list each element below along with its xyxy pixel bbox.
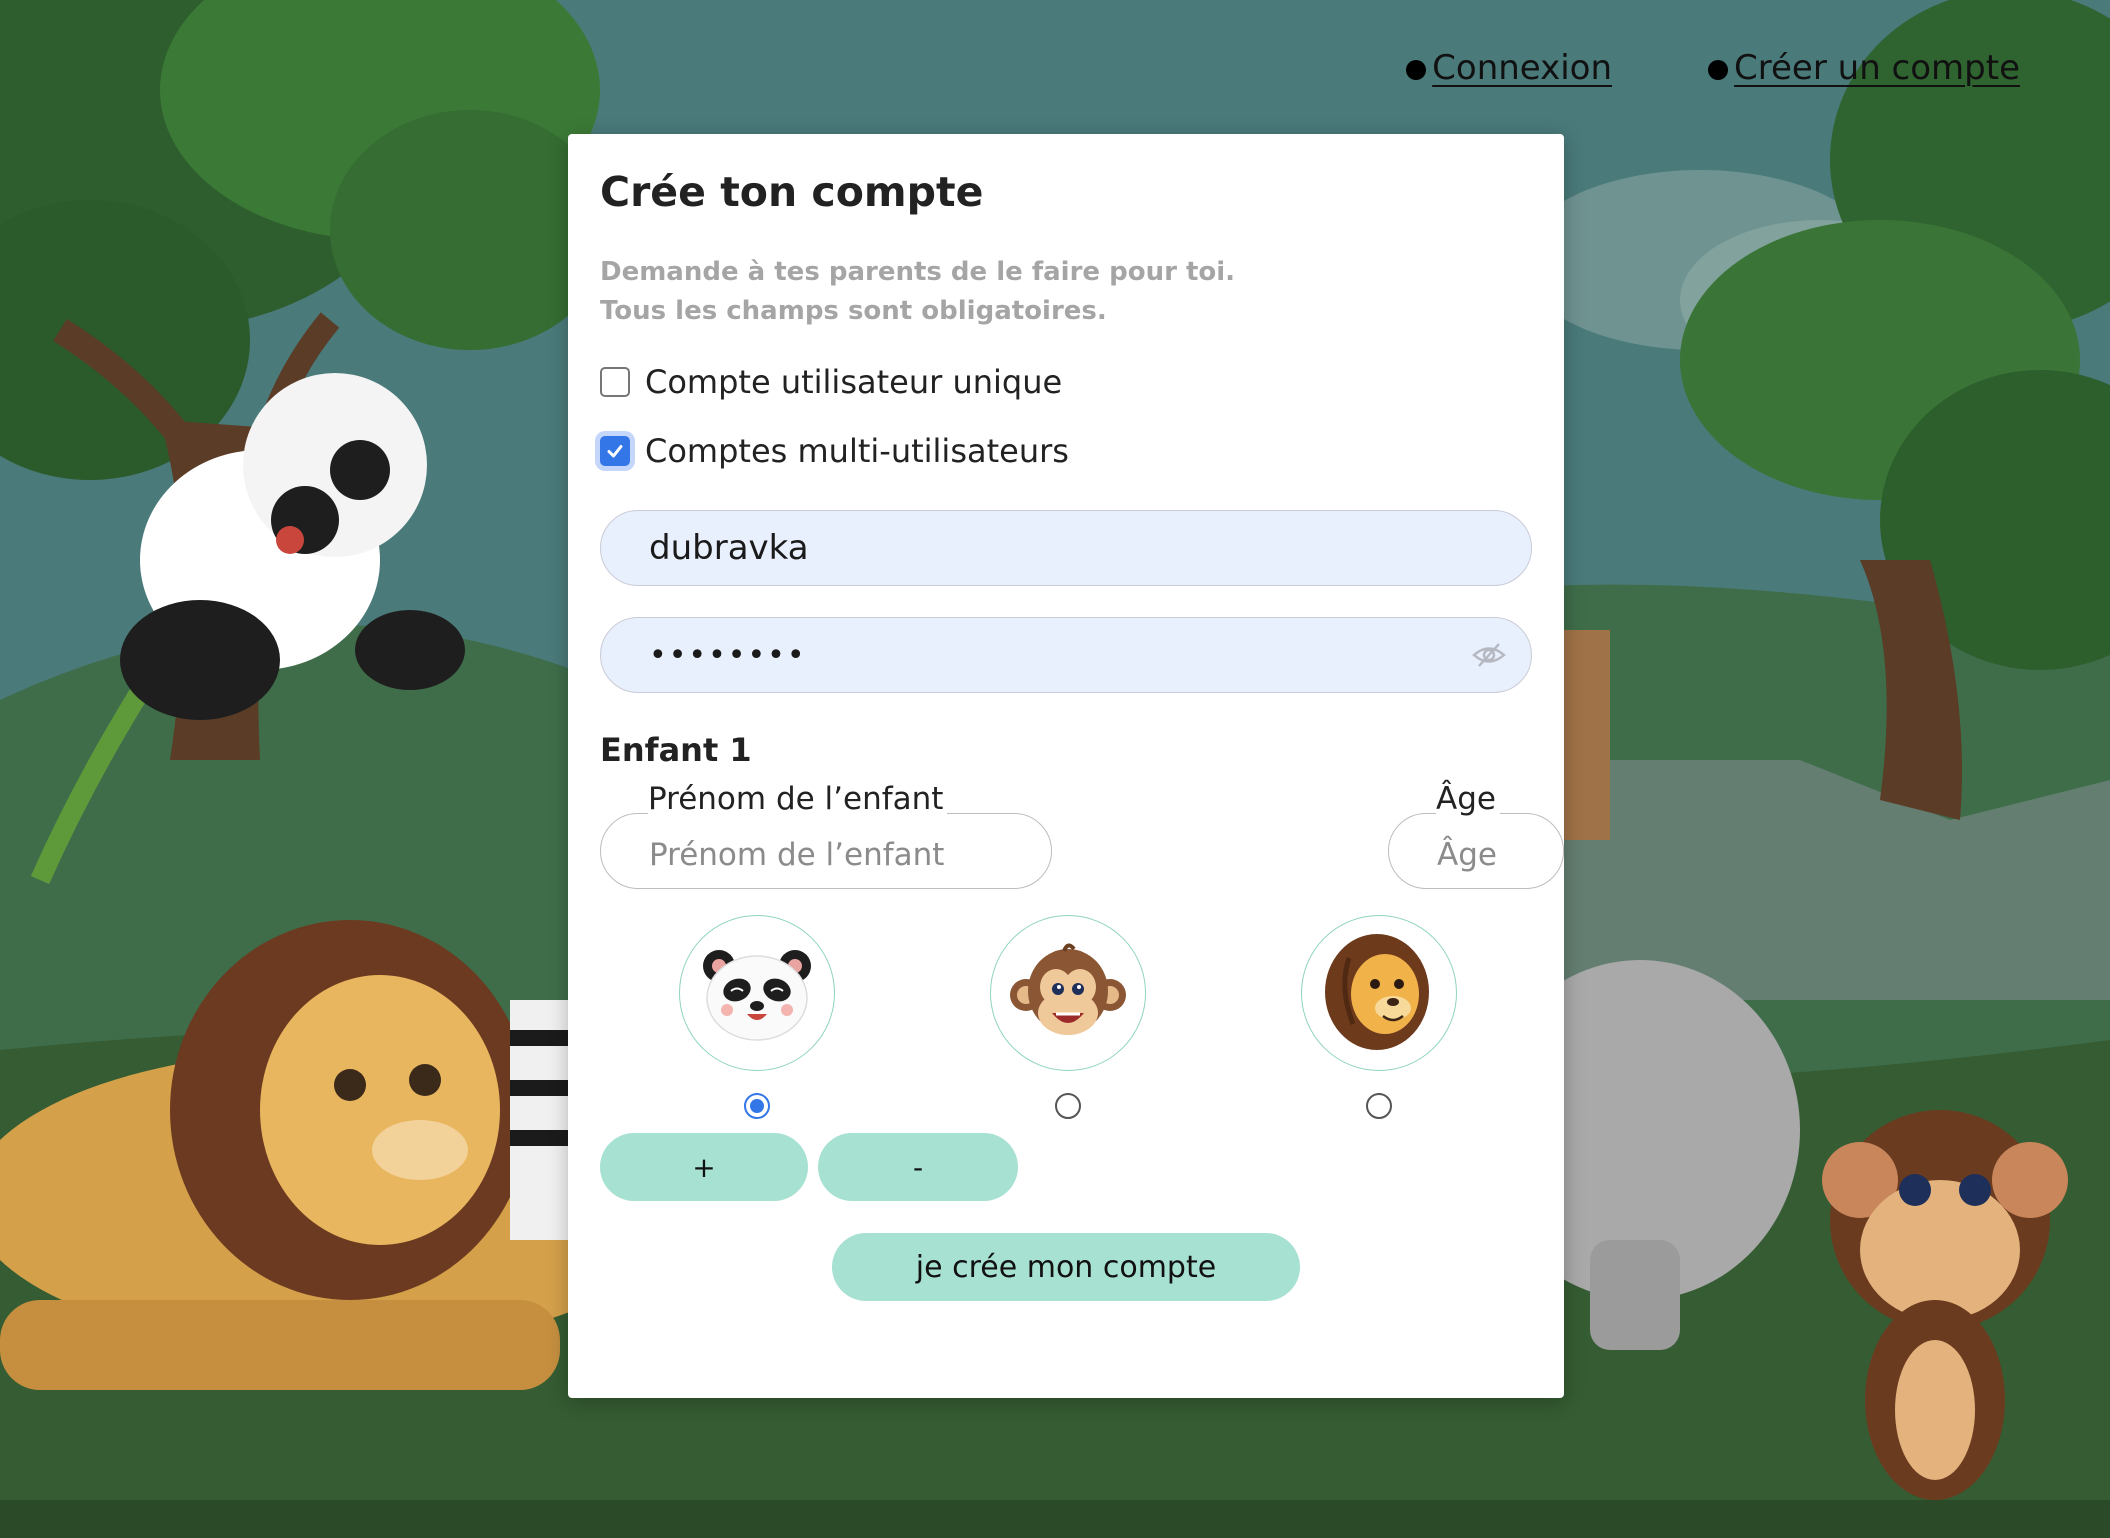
child-name-label: Prénom de l’enfant [648,781,948,819]
remove-child-button[interactable]: - [818,1133,1018,1202]
avatar-radio-monkey[interactable] [1055,1093,1081,1120]
signup-link[interactable]: Créer un compte [1708,48,2020,88]
login-link-label: Connexion [1432,48,1613,88]
add-child-button[interactable]: + [600,1133,808,1202]
toggle-password-visibility-icon[interactable] [1471,637,1507,673]
top-navigation: Connexion Créer un compte [1406,48,2020,88]
password-input[interactable]: •••••••• [600,617,1532,694]
create-account-button[interactable]: je crée mon compte [832,1233,1300,1302]
checkmark-icon [607,445,623,458]
avatar-option-lion[interactable] [1300,915,1458,1120]
signup-modal: Crée ton compte Demande à tes parents de… [568,134,1564,1398]
avatar-circle[interactable] [679,915,835,1072]
bullet-icon [1406,60,1427,80]
submit-wrap: je crée mon compte [600,1233,1532,1302]
password-value: •••••••• [649,637,807,673]
single-account-option[interactable]: Compte utilisateur unique [600,363,1532,401]
child-name-input[interactable]: Prénom de l’enfant [600,813,1052,890]
child-age-placeholder: Âge [1437,837,1497,874]
child-age-label: Âge [1436,781,1500,819]
multi-account-label: Comptes multi-utilisateurs [645,432,1069,471]
avatar-circle[interactable] [1301,915,1457,1072]
single-account-label: Compte utilisateur unique [645,363,1063,402]
instruction-line-2: Tous les champs sont obligatoires. [600,296,1107,327]
avatar-radio-lion[interactable] [1366,1093,1392,1120]
multi-account-checkbox[interactable] [600,436,630,467]
form-instructions: Demande à tes parents de le faire pour t… [600,253,1532,331]
lion-avatar-icon [1325,934,1429,1051]
panda-avatar-icon [703,950,811,1041]
avatar-radio-panda[interactable] [744,1093,770,1120]
login-link[interactable]: Connexion [1406,48,1612,88]
avatar-circle[interactable] [990,915,1146,1072]
signup-link-label: Créer un compte [1734,48,2020,88]
instruction-line-1: Demande à tes parents de le faire pour t… [600,257,1236,288]
single-account-checkbox[interactable] [600,367,630,398]
child-count-controls: + - [600,1133,1532,1202]
avatar-option-panda[interactable] [678,915,836,1120]
multi-account-option[interactable]: Comptes multi-utilisateurs [600,432,1532,470]
child-age-input[interactable]: Âge [1388,813,1564,890]
bullet-icon [1708,60,1729,80]
child-name-placeholder: Prénom de l’enfant [649,837,945,874]
avatar-option-monkey[interactable] [989,915,1147,1120]
child-section-title: Enfant 1 [600,731,752,770]
form-title: Crée ton compte [600,168,984,216]
avatar-picker [600,915,1532,1120]
monkey-avatar-icon [1010,943,1126,1036]
child-fields: Prénom de l’enfant Prénom de l’enfant Âg… [600,781,1564,890]
username-value: dubravka [649,528,809,569]
username-input[interactable]: dubravka [600,510,1532,587]
